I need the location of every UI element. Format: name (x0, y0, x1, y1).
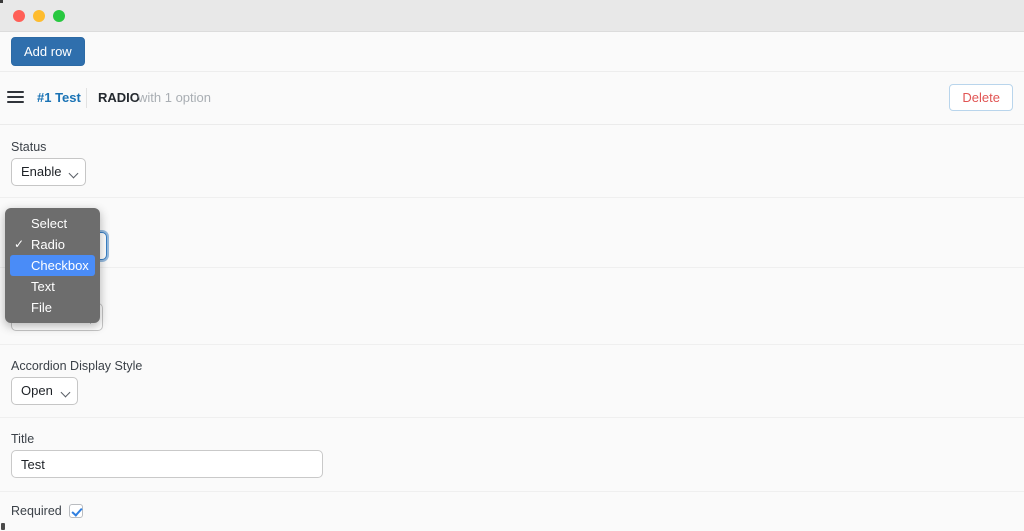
section-status: Status Enable (0, 126, 1024, 198)
row-index-link[interactable]: #1 Test (37, 90, 81, 105)
required-label: Required (11, 504, 62, 518)
section-obscured-field (0, 268, 1024, 345)
row-option-count-label: with 1 option (138, 90, 211, 105)
section-accordion-display-style: Accordion Display Style Open (0, 345, 1024, 418)
menu-item-text[interactable]: Text (5, 276, 100, 297)
chevron-down-icon (60, 387, 71, 398)
menu-item-file[interactable]: File (5, 297, 100, 318)
row-header: #1 Test RADIO with 1 option Delete (0, 73, 1024, 125)
title-input[interactable] (11, 450, 323, 478)
status-select[interactable]: Enable (11, 158, 87, 186)
menu-item-radio[interactable]: Radio (5, 234, 100, 255)
cursor-artifact-bottom (1, 523, 5, 530)
required-checkbox[interactable] (68, 504, 83, 518)
traffic-lights (13, 9, 65, 22)
menu-item-radio-label: Radio (31, 237, 65, 252)
row-type-label: RADIO (98, 90, 140, 105)
section-type (0, 198, 1024, 268)
accordion-display-style-select[interactable]: Open (11, 377, 78, 405)
title-label: Title (11, 432, 35, 446)
menu-item-file-label: File (31, 300, 52, 315)
delete-row-button[interactable]: Delete (949, 84, 1013, 111)
add-row-button[interactable]: Add row (11, 37, 85, 66)
menu-item-select-label: Select (31, 216, 68, 231)
cursor-artifact-top (0, 0, 3, 3)
menu-item-checkbox[interactable]: Checkbox (10, 255, 95, 276)
accordion-display-style-value: Open (21, 383, 53, 398)
drag-handle-icon[interactable] (7, 91, 24, 104)
section-required: Required (0, 492, 1024, 531)
close-window-icon[interactable] (13, 9, 25, 22)
required-field: Required (11, 504, 83, 518)
chevron-down-icon (69, 168, 79, 179)
accordion-display-style-label: Accordion Display Style (11, 359, 143, 373)
menu-item-select[interactable]: Select (5, 213, 100, 234)
section-title: Title (0, 418, 1024, 492)
menu-item-checkbox-label: Checkbox (31, 258, 89, 273)
status-label: Status (11, 140, 47, 154)
maximize-window-icon[interactable] (53, 9, 65, 22)
status-select-value: Enable (21, 164, 62, 179)
row-header-divider (86, 88, 87, 108)
app-window: Add row #1 Test RADIO with 1 option Dele… (0, 0, 1024, 531)
menu-item-text-label: Text (31, 279, 55, 294)
window-titlebar (0, 0, 1024, 32)
type-select-popup-menu[interactable]: Select Radio Checkbox Text File (5, 208, 100, 323)
toolbar: Add row (0, 32, 1024, 72)
minimize-window-icon[interactable] (33, 9, 45, 22)
